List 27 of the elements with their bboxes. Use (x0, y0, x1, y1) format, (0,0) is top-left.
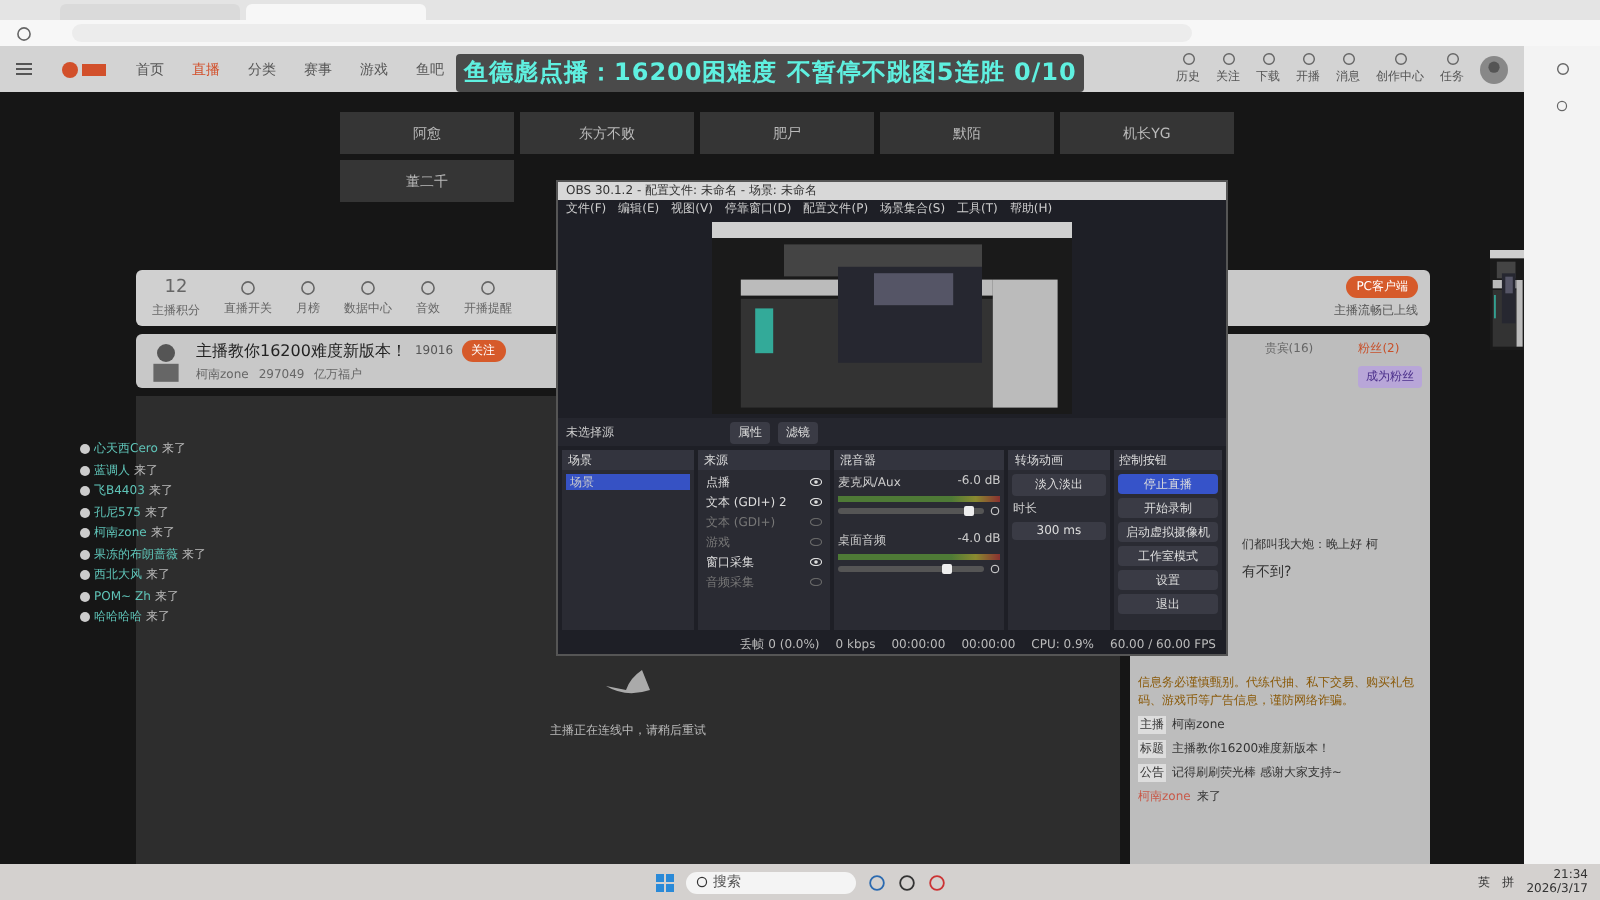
avatar-icon[interactable] (1480, 55, 1508, 83)
user-avatar-icon (80, 444, 90, 454)
eye-icon[interactable] (809, 498, 822, 506)
menu-icon[interactable] (16, 62, 32, 76)
stream-overlay-text: 鱼德彪点播：16200困难度 不暂停不跳图5连胜 0/10 (456, 54, 1085, 92)
user-avatar-icon (80, 570, 90, 580)
volume-thumb[interactable] (963, 506, 974, 516)
user-avatar-icon (80, 528, 90, 538)
user-avatar-icon (80, 465, 90, 475)
room-title: 主播教你16200难度新版本！ (196, 339, 407, 361)
user-avatar-icon (80, 591, 90, 601)
fin-icon (602, 670, 654, 698)
eye-icon[interactable] (809, 558, 822, 566)
volume-slider[interactable] (837, 508, 985, 514)
eye-icon[interactable] (809, 478, 822, 486)
eye-off-icon[interactable] (809, 578, 822, 586)
eye-off-icon[interactable] (809, 518, 822, 526)
user-avatar-icon (80, 507, 90, 517)
eye-off-icon[interactable] (809, 538, 822, 546)
volume-thumb[interactable] (941, 564, 952, 574)
user-avatar-icon (80, 549, 90, 559)
rank-value: 12 (164, 277, 188, 297)
avatar-icon (148, 341, 184, 381)
user-avatar-icon (80, 486, 90, 496)
start-icon[interactable] (655, 873, 673, 891)
user-avatar-icon (80, 612, 90, 622)
volume-slider[interactable] (837, 566, 985, 572)
